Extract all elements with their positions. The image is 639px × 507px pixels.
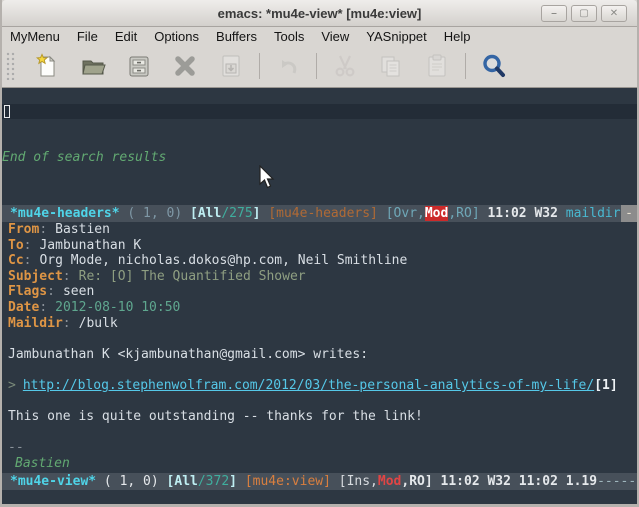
close-buffer-button[interactable] bbox=[170, 51, 200, 81]
toolbar-separator bbox=[465, 53, 466, 79]
field-flags: Flags:seen bbox=[8, 284, 637, 300]
cut-button[interactable] bbox=[330, 51, 360, 81]
field-date: Date:2012-08-10 10:50 bbox=[8, 300, 637, 316]
save-buffer-button[interactable] bbox=[216, 51, 246, 81]
major-mode[interactable]: [mu4e:view] bbox=[245, 474, 331, 489]
buffer-name: *mu4e-view* bbox=[10, 474, 96, 489]
end-of-search-results: End of search results bbox=[2, 150, 637, 166]
close-buffer-icon bbox=[172, 53, 198, 79]
field-to: To:Jambunathan K bbox=[8, 238, 637, 254]
field-from: From:Bastien bbox=[8, 222, 637, 238]
menu-edit[interactable]: Edit bbox=[115, 29, 137, 44]
hollow-cursor bbox=[4, 105, 10, 118]
toolbar-separator bbox=[259, 53, 260, 79]
article-link[interactable]: http://blog.stephenwolfram.com/2012/03/t… bbox=[23, 378, 594, 393]
modified-flag[interactable]: Mod bbox=[425, 206, 448, 221]
menu-yasnippet[interactable]: YASnippet bbox=[366, 29, 426, 44]
major-mode[interactable]: [mu4e-headers] bbox=[268, 206, 378, 221]
menu-tools[interactable]: Tools bbox=[274, 29, 304, 44]
cursor-position: ( 1, 0) bbox=[127, 206, 182, 221]
field-cc: Cc:Org Mode, nicholas.dokos@hp.com, Neil… bbox=[8, 253, 637, 269]
toolbar-grip[interactable] bbox=[6, 52, 16, 80]
copy-button[interactable] bbox=[376, 51, 406, 81]
signature-line: Bastien bbox=[8, 456, 637, 472]
menu-file[interactable]: File bbox=[77, 29, 98, 44]
message-row-selected[interactable]: 2012-08-10SBastien|Re: [O] The Quantifie… bbox=[2, 104, 637, 120]
modified-flag[interactable]: Mod bbox=[378, 474, 401, 489]
menu-options[interactable]: Options bbox=[154, 29, 199, 44]
open-folder-button[interactable] bbox=[78, 51, 108, 81]
new-file-button[interactable] bbox=[32, 51, 62, 81]
minimize-button[interactable]: – bbox=[541, 5, 567, 22]
undo-button[interactable] bbox=[273, 51, 303, 81]
headers-column-row: ▼DateFlgsFrom/ToSubject bbox=[2, 88, 637, 104]
undo-icon bbox=[275, 53, 301, 79]
search-icon bbox=[481, 53, 507, 79]
copy-icon bbox=[378, 53, 404, 79]
window-controls: – ▢ ✕ bbox=[541, 5, 627, 22]
file-cabinet-icon bbox=[126, 53, 152, 79]
menu-bar: MyMenu File Edit Options Buffers Tools V… bbox=[2, 27, 637, 45]
open-folder-icon bbox=[80, 53, 106, 79]
close-button[interactable]: ✕ bbox=[601, 5, 627, 22]
mu4e-headers-window: ▼DateFlgsFrom/ToSubject 2012-08-10SBasti… bbox=[2, 88, 637, 205]
view-mode-line[interactable]: *mu4e-view* ( 1, 0) [All/372] [mu4e:view… bbox=[2, 473, 637, 490]
emacs-window: emacs: *mu4e-view* [mu4e:view] – ▢ ✕ MyM… bbox=[0, 0, 639, 507]
attribution-line: Jambunathan K <kjambunathan@gmail.com> w… bbox=[8, 347, 637, 363]
signature-separator: -- bbox=[8, 440, 637, 456]
tool-bar bbox=[2, 45, 637, 88]
field-subject: Subject:Re: [O] The Quantified Shower bbox=[8, 269, 637, 285]
mu4e-view-window: From:Bastien To:Jambunathan K Cc:Org Mod… bbox=[2, 222, 637, 473]
time-and-position: 11:02 W32 11:02 1.19 bbox=[441, 474, 598, 489]
message-row[interactable]: 2012-08-10SLanoxx|Re: Compiling glib app… bbox=[2, 119, 637, 135]
toolbar-separator bbox=[316, 53, 317, 79]
echo-area[interactable] bbox=[2, 490, 637, 505]
headers-mode-line[interactable]: *mu4e-headers* ( 1, 0) [All/275] [mu4e-h… bbox=[2, 205, 637, 222]
field-maildir: Maildir:/bulk bbox=[8, 316, 637, 332]
file-cabinet-button[interactable] bbox=[124, 51, 154, 81]
message-row[interactable]: 2012-08-10SSuvayu Ali|Re: Emacs for emai… bbox=[2, 135, 637, 151]
cursor-position: ( 1, 0) bbox=[104, 474, 159, 489]
buffer-name: *mu4e-headers* bbox=[10, 206, 120, 221]
menu-help[interactable]: Help bbox=[444, 29, 471, 44]
menu-view[interactable]: View bbox=[321, 29, 349, 44]
menu-mymenu[interactable]: MyMenu bbox=[10, 29, 60, 44]
paste-icon bbox=[424, 53, 450, 79]
search-button[interactable] bbox=[479, 51, 509, 81]
paste-button[interactable] bbox=[422, 51, 452, 81]
cut-icon bbox=[332, 53, 358, 79]
link-reference: [1] bbox=[594, 378, 617, 393]
window-title: emacs: *mu4e-view* [mu4e:view] bbox=[218, 6, 422, 21]
new-file-icon bbox=[34, 53, 60, 79]
menu-buffers[interactable]: Buffers bbox=[216, 29, 257, 44]
body-text-line: This one is quite outstanding -- thanks … bbox=[8, 409, 637, 425]
maximize-button[interactable]: ▢ bbox=[571, 5, 597, 22]
quoted-link-line: >http://blog.stephenwolfram.com/2012/03/… bbox=[8, 378, 637, 394]
time-and-window: 11:02 W32 bbox=[487, 206, 557, 221]
emacs-frame: ▼DateFlgsFrom/ToSubject 2012-08-10SBasti… bbox=[2, 88, 637, 505]
title-bar: emacs: *mu4e-view* [mu4e:view] – ▢ ✕ bbox=[2, 0, 637, 27]
save-buffer-icon bbox=[218, 53, 244, 79]
modeline-grip[interactable]: - bbox=[621, 205, 637, 222]
